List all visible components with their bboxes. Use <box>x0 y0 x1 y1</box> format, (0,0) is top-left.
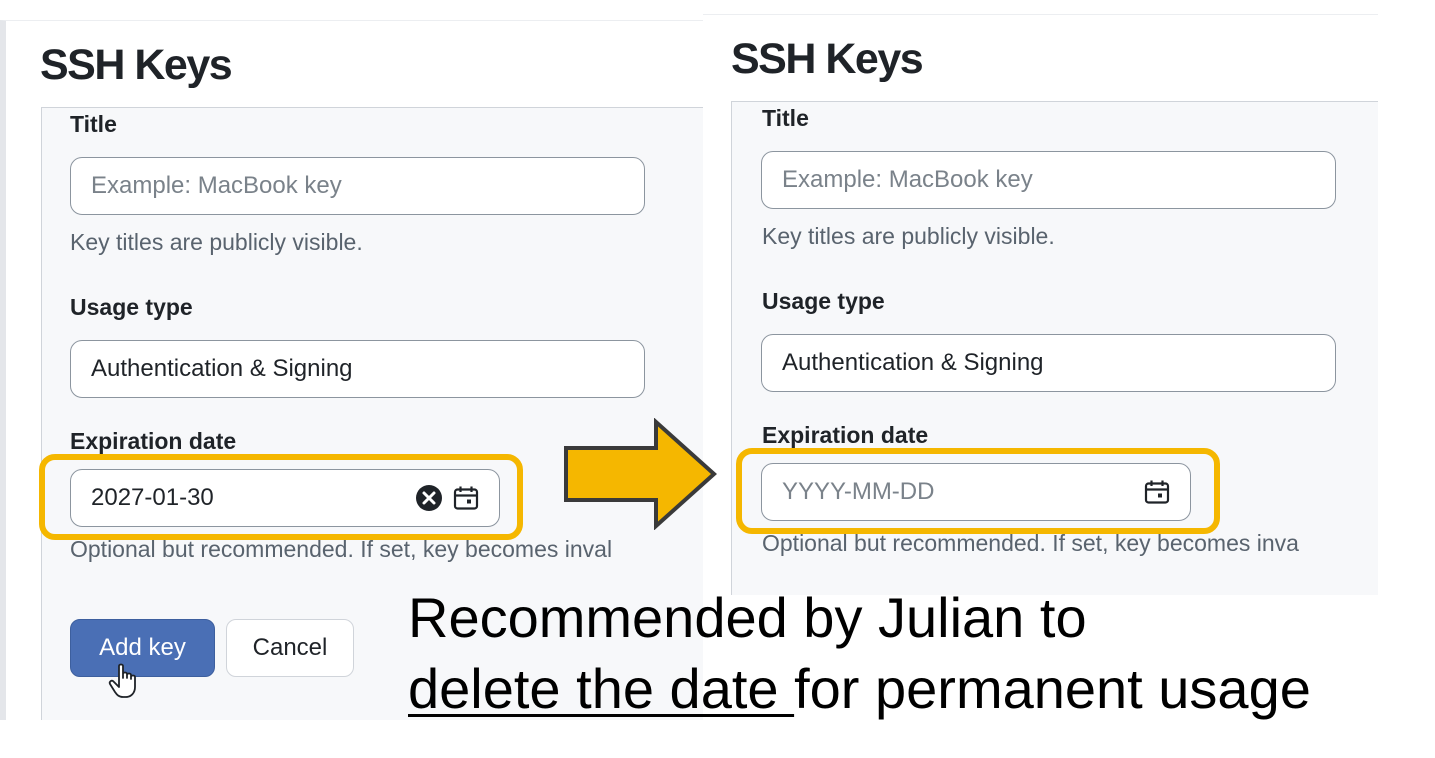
title-input-placeholder: Example: MacBook key <box>782 166 1033 193</box>
title-label: Title <box>762 105 809 131</box>
expiration-hint: Optional but recommended. If set, key be… <box>762 530 1299 556</box>
usage-type-select[interactable]: Authentication & Signing <box>761 334 1336 392</box>
caption-line-1: Recommended by Julian to <box>408 586 1087 649</box>
title-hint: Key titles are publicly visible. <box>70 229 363 255</box>
title-hint: Key titles are publicly visible. <box>762 223 1055 249</box>
title-input[interactable]: Example: MacBook key <box>70 157 645 215</box>
usage-type-value: Authentication & Signing <box>91 355 353 382</box>
expiration-date-label: Expiration date <box>762 422 929 448</box>
page-title: SSH Keys <box>40 41 233 89</box>
title-label: Title <box>70 111 117 137</box>
caption-line-2: delete the date for permanent usage <box>408 661 1311 717</box>
usage-type-value: Authentication & Signing <box>782 349 1044 376</box>
caption-rest-text: for permanent usage <box>794 657 1311 720</box>
usage-type-select[interactable]: Authentication & Signing <box>70 340 645 398</box>
right-arrow-icon <box>558 417 720 535</box>
expiration-highlight-after <box>736 448 1220 534</box>
expiration-hint: Optional but recommended. If set, key be… <box>70 536 613 562</box>
title-input[interactable]: Example: MacBook key <box>761 151 1336 209</box>
title-input-placeholder: Example: MacBook key <box>91 172 342 199</box>
expiration-highlight-before <box>39 454 523 540</box>
usage-type-label: Usage type <box>762 288 885 314</box>
page-title: SSH Keys <box>731 35 924 83</box>
expiration-date-label: Expiration date <box>70 428 237 454</box>
caption-underlined-text: delete the date <box>408 657 795 720</box>
usage-type-label: Usage type <box>70 294 193 320</box>
cancel-button[interactable]: Cancel <box>226 619 354 677</box>
add-key-button[interactable]: Add key <box>70 619 215 677</box>
hand-cursor-icon <box>108 663 142 704</box>
